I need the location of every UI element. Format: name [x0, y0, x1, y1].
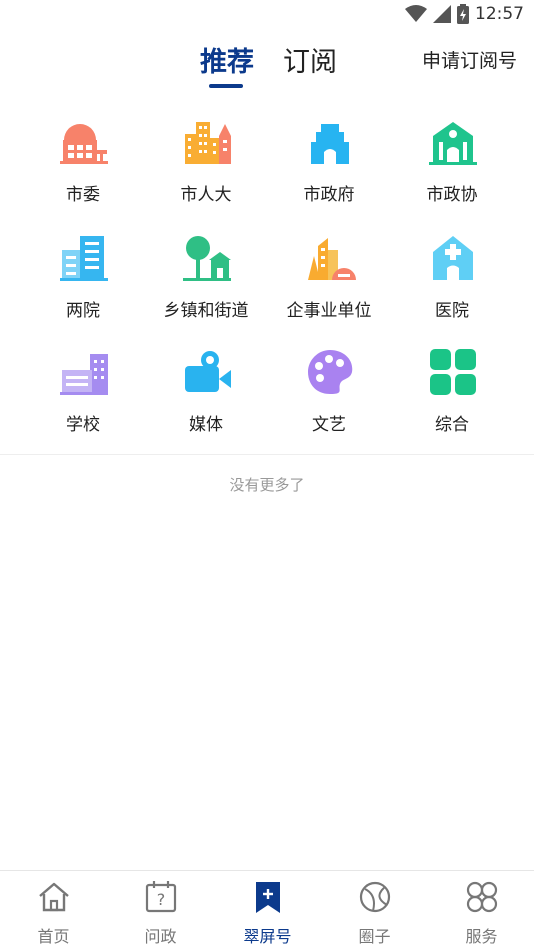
court-buildings-icon [60, 236, 108, 281]
palette-icon [308, 350, 353, 394]
category-label: 市委 [66, 185, 100, 205]
nav-label: 首页 [37, 927, 70, 946]
no-more-text: 没有更多了 [229, 476, 305, 494]
top-tabs: 推荐 订阅 申请订阅号 [0, 38, 534, 94]
category-label: 医院 [435, 301, 469, 321]
divider [0, 454, 534, 455]
category-item-schools[interactable]: 学校 [21, 340, 145, 450]
tower-building-icon [311, 124, 349, 164]
category-item-general[interactable]: 综合 [390, 340, 514, 450]
govt-building-icon [60, 124, 108, 164]
nav-item-home[interactable]: 首页 [0, 871, 107, 950]
category-item-arts[interactable]: 文艺 [267, 340, 391, 450]
category-label: 文艺 [312, 415, 346, 435]
bookmark-plus-icon [256, 882, 280, 913]
category-item-cppcc[interactable]: 市政协 [390, 110, 514, 220]
battery-icon [457, 4, 469, 24]
category-label: 市人大 [180, 185, 232, 205]
signal-icon [433, 5, 451, 23]
hospital-icon [433, 236, 473, 280]
nav-label: 圈子 [358, 927, 391, 946]
svg-text:?: ? [157, 890, 166, 909]
nav-label: 服务 [465, 927, 498, 946]
nav-item-cuiping-account[interactable]: 翠屏号 [214, 871, 321, 950]
enterprise-icon [308, 238, 356, 280]
category-label: 两院 [66, 301, 100, 321]
category-item-city-committee[interactable]: 市委 [21, 110, 145, 220]
clover-icon [466, 881, 498, 913]
bottom-nav: 首页 ? 问政 翠屏号 圈子 服务 [0, 870, 534, 950]
grid-tiles-icon [430, 349, 476, 395]
category-label: 市政协 [426, 185, 478, 205]
category-label: 学校 [66, 415, 100, 435]
category-item-media[interactable]: 媒体 [144, 340, 268, 450]
status-bar: 12:57 [0, 0, 534, 30]
active-tab-indicator [209, 84, 243, 88]
category-item-two-courts[interactable]: 两院 [21, 226, 145, 336]
category-item-hospitals[interactable]: 医院 [390, 226, 514, 336]
category-label: 媒体 [189, 415, 223, 435]
question-calendar-icon: ? [145, 881, 177, 913]
home-icon [39, 882, 69, 912]
category-item-peoples-congress[interactable]: 市人大 [144, 110, 268, 220]
wifi-icon [405, 5, 427, 22]
video-camera-icon [185, 351, 231, 392]
tab-subscribed[interactable]: 订阅 [283, 40, 337, 79]
school-icon [60, 354, 108, 395]
category-item-townships[interactable]: 乡镇和街道 [144, 226, 268, 336]
category-label: 市政府 [303, 185, 355, 205]
nav-item-circle[interactable]: 圈子 [321, 871, 428, 950]
city-buildings-icon [185, 122, 231, 164]
nav-item-services[interactable]: 服务 [428, 871, 534, 950]
hall-building-icon [429, 122, 477, 165]
tab-recommended[interactable]: 推荐 [200, 40, 254, 79]
category-item-municipal-government[interactable]: 市政府 [267, 110, 391, 220]
nav-label: 问政 [144, 927, 177, 946]
nav-item-inquiry[interactable]: ? 问政 [107, 871, 214, 950]
township-icon [183, 236, 231, 281]
category-label: 乡镇和街道 [163, 301, 249, 321]
category-label: 企事业单位 [286, 301, 372, 321]
status-icons: 12:57 [405, 4, 524, 24]
status-time: 12:57 [475, 4, 524, 24]
category-label: 综合 [435, 415, 469, 435]
nav-label: 翠屏号 [243, 927, 292, 946]
apply-subscription-button[interactable]: 申请订阅号 [422, 46, 517, 73]
category-item-enterprises[interactable]: 企事业单位 [267, 226, 391, 336]
circle-globe-icon [359, 881, 391, 913]
